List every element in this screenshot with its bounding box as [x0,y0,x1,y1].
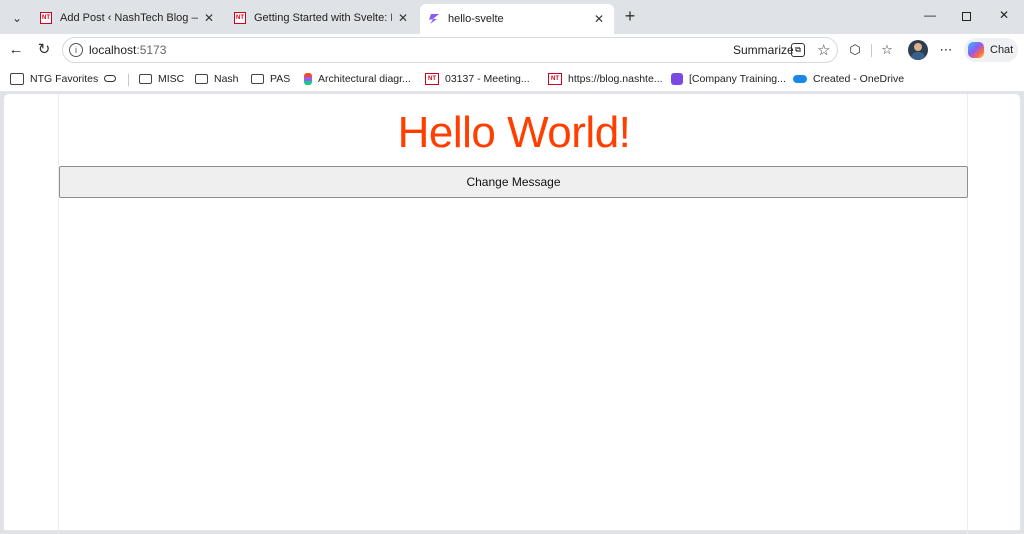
tab-getting-started-svelte[interactable]: NT Getting Started with Svelte: Build Y … [226,4,418,32]
bookmark-nash[interactable]: Nash [195,71,239,87]
bookmark-label: [Company Training... [689,73,786,85]
address-url[interactable]: localhost:5173 [89,43,166,57]
maximize-icon [961,12,971,21]
change-message-button[interactable]: Change Message [59,166,968,198]
more-options-icon[interactable]: ⋯ [937,41,955,59]
tab-strip: ⌄ NT Add Post ‹ NashTech Blog — WordPres… [0,0,1024,34]
url-host: localhost [89,43,137,57]
minimize-icon: — [924,8,936,22]
bookmarks-bar: NTG Favorites MISC Nash PAS Architectura… [0,66,1024,92]
chat-label: Chat [990,44,1014,56]
back-button[interactable]: ← [6,40,26,60]
reload-button[interactable]: ↻ [34,40,54,60]
video-icon [671,73,683,85]
favorites-folder-icon [10,73,24,85]
browser-toolbar: ← ↻ i localhost:5173 Summarize ⧉ ☆ ⬡ ☆ ⋯… [0,34,1024,66]
bookmark-blog-nashtech[interactable]: NT https://blog.nashte... [548,71,663,87]
nashtech-favicon-icon: NT [40,12,52,24]
folder-icon [251,74,264,84]
page-heading: Hello World! [397,108,631,157]
close-icon: ✕ [998,8,1010,22]
favorites-icon[interactable]: ☆ [878,41,896,59]
bookmark-label: PAS [270,73,291,85]
link-icon[interactable] [104,75,116,82]
address-bar[interactable]: i localhost:5173 Summarize ⧉ ☆ [62,37,838,63]
bookmark-label: NTG Favorites [30,73,99,85]
bookmark-label: https://blog.nashte... [568,73,663,85]
summarize-button[interactable]: Summarize [733,43,794,57]
bookmark-architectural-diagram[interactable]: Architectural diagr... [304,71,411,87]
onedrive-icon [793,75,807,83]
bookmark-separator [128,74,129,86]
plus-icon: + [624,6,636,26]
copilot-chat-button[interactable]: Chat [964,38,1018,62]
bookmark-label: 03137 - Meeting... [445,73,530,85]
extensions-icon[interactable]: ⬡ [846,41,864,59]
figma-icon [304,73,312,85]
reload-icon: ↻ [37,41,51,58]
bookmark-label: Nash [214,73,239,85]
url-port: :5173 [136,43,167,57]
page-viewport: Hello World! Change Message [3,93,1021,534]
favorite-star-icon[interactable]: ☆ [817,41,830,59]
folder-icon [139,74,152,84]
tab-title: hello-svelte [448,13,504,25]
bookmark-label: MISC [158,73,185,85]
copilot-icon [968,42,984,58]
bookmark-misc[interactable]: MISC [139,71,184,87]
bookmark-label: Architectural diagr... [318,73,411,85]
minimize-button[interactable]: — [920,8,940,26]
tab-actions-menu-button[interactable]: ⌄ [6,7,28,29]
bookmark-onedrive[interactable]: Created - OneDrive [793,71,904,87]
bookmark-ntg-favorites[interactable]: NTG Favorites [10,71,98,87]
tab-hello-svelte[interactable]: hello-svelte ✕ [420,4,614,34]
bookmark-meeting[interactable]: NT 03137 - Meeting... [425,71,530,87]
bookmark-label: Created - OneDrive [813,73,905,85]
arrow-left-icon: ← [8,41,24,58]
window-close-button[interactable]: ✕ [994,8,1014,26]
tab-title: Getting Started with Svelte: Build Y [254,12,392,24]
close-icon[interactable]: ✕ [592,12,606,26]
nashtech-icon: NT [425,73,439,85]
folder-icon [195,74,208,84]
new-tab-button[interactable]: + [620,7,640,27]
site-info-icon[interactable]: i [69,43,83,57]
maximize-button[interactable] [956,8,976,26]
svelte-favicon-icon [428,13,440,25]
profile-avatar[interactable] [908,40,928,60]
close-icon[interactable]: ✕ [202,11,216,25]
chevron-down-icon: ⌄ [11,11,23,25]
app-container: Hello World! Change Message [58,94,968,534]
toolbar-separator [871,44,872,57]
close-icon[interactable]: ✕ [396,11,410,25]
copilot-summarize-icon[interactable]: ⧉ [791,43,805,57]
bookmark-company-training[interactable]: [Company Training... [671,71,786,87]
tab-add-post[interactable]: NT Add Post ‹ NashTech Blog — WordPress … [32,4,224,32]
nashtech-icon: NT [548,73,562,85]
bookmark-pas[interactable]: PAS [251,71,290,87]
tab-title: Add Post ‹ NashTech Blog — WordPress [60,12,198,24]
nashtech-favicon-icon: NT [234,12,246,24]
